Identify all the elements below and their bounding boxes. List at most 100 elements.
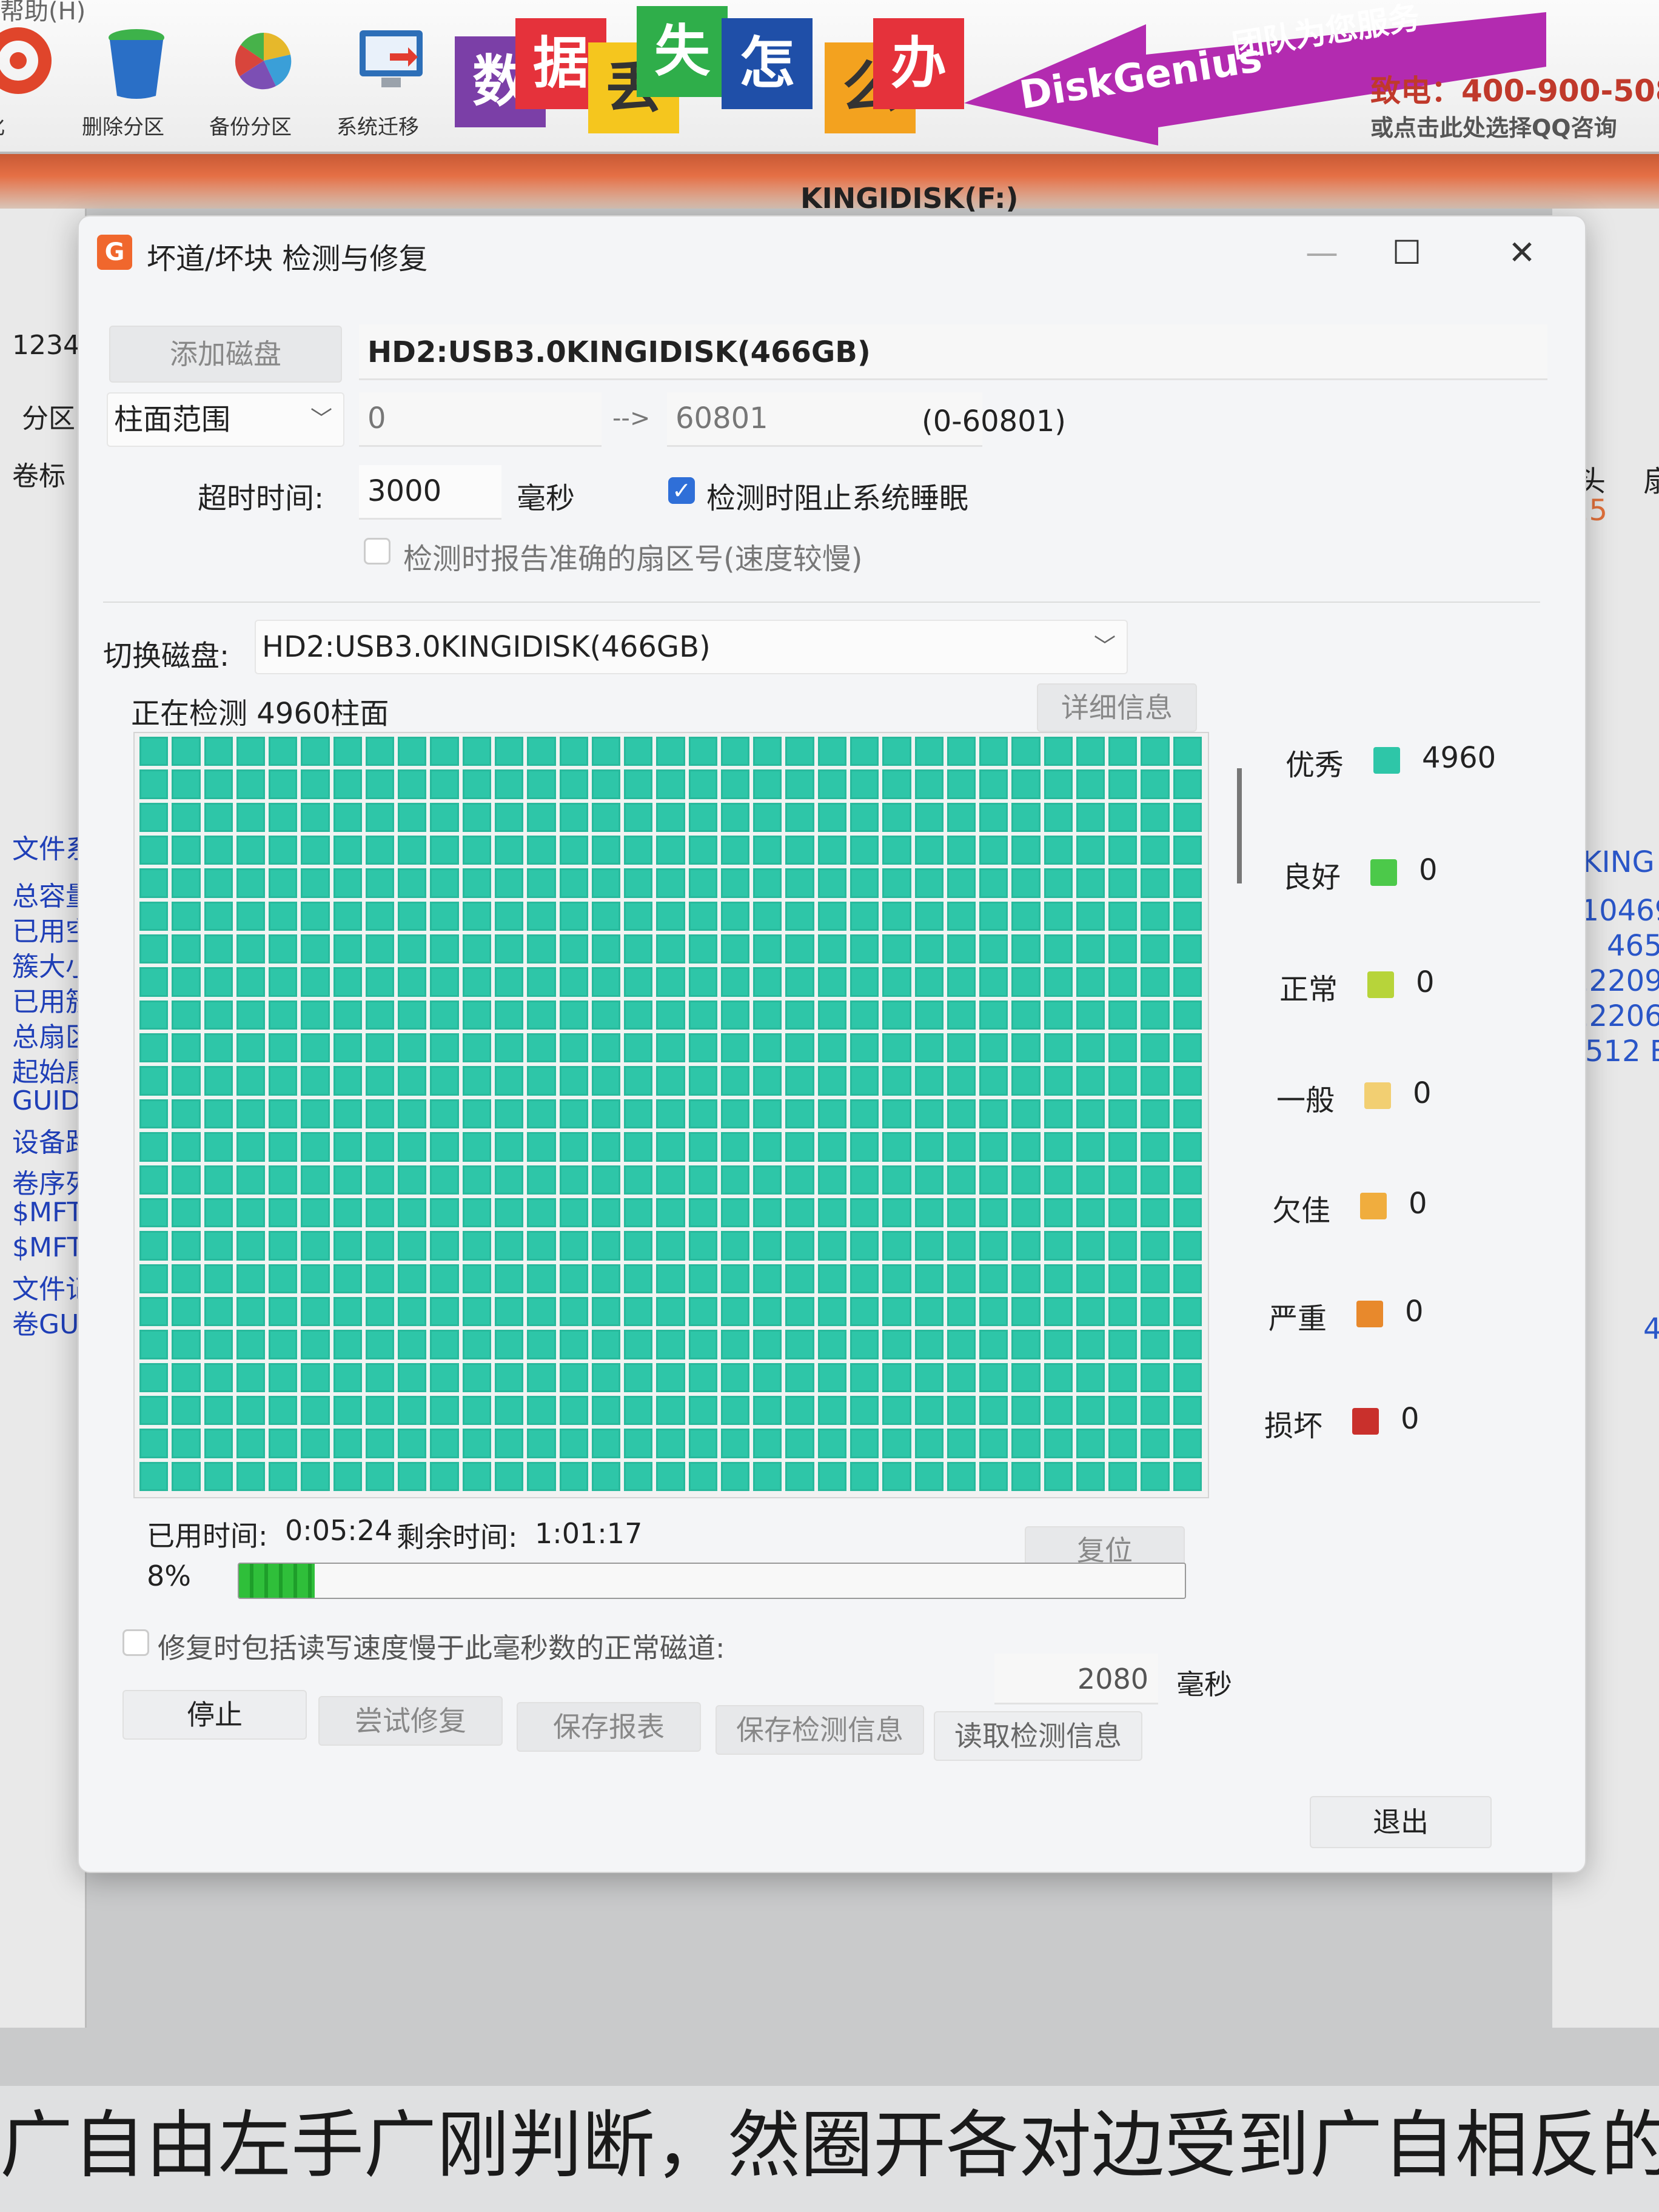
cylinder-block [753, 868, 782, 898]
cylinder-block [753, 737, 782, 766]
cylinder-block [753, 1231, 782, 1261]
cylinder-block [559, 1330, 588, 1359]
cylinder-block [656, 1296, 685, 1327]
info-value: KING [1583, 845, 1655, 879]
report-sectors-checkbox[interactable] [364, 538, 390, 565]
cylinder-block [947, 1198, 976, 1228]
cylinder-block [462, 901, 491, 931]
cylinder-block [1011, 1000, 1041, 1030]
cylinder-block [204, 1330, 233, 1359]
cylinder-block [172, 967, 201, 997]
save-scan-info-button[interactable]: 保存检测信息 [716, 1705, 924, 1755]
legend-label: 一般 [1276, 1084, 1335, 1118]
banner-qq-link[interactable]: 或点击此处选择QQ咨询 [1370, 109, 1617, 142]
cylinder-block [753, 1429, 782, 1458]
toolbar-format-button[interactable]: 式化 [0, 24, 73, 139]
close-button[interactable]: ✕ [1492, 229, 1552, 277]
range-type-select[interactable]: 柱面范围 ﹀ [107, 392, 344, 447]
cylinder-block [301, 1165, 330, 1195]
chevron-down-icon: ﹀ [310, 407, 332, 432]
cylinder-block [1044, 934, 1073, 964]
add-disk-button[interactable]: 添加磁盘 [109, 326, 342, 383]
cylinder-block [882, 1461, 911, 1491]
cylinder-block [882, 1429, 911, 1458]
banner-hotline[interactable]: 致电：400-900-5080 [1370, 67, 1659, 110]
cylinder-block [688, 1264, 717, 1293]
switch-disk-select[interactable]: HD2:USB3.0KINGIDISK(466GB) ﹀ [255, 620, 1128, 674]
map-scroll-indicator[interactable] [1237, 768, 1242, 883]
toolbar-system-migration-button[interactable]: 系统迁移 [337, 24, 446, 139]
cylinder-block [1011, 769, 1041, 799]
maximize-button[interactable]: ☐ [1376, 229, 1437, 277]
cylinder-block [817, 934, 846, 964]
cylinder-block [236, 1461, 266, 1491]
cylinder-block [882, 1395, 911, 1426]
cylinder-block [1173, 1099, 1202, 1129]
cylinder-block [720, 1264, 750, 1293]
cylinder-block [527, 737, 556, 766]
cylinder-block [688, 1033, 717, 1063]
range-start-input[interactable]: 0 [359, 392, 602, 447]
cylinder-block [785, 1033, 814, 1063]
cylinder-block [462, 1198, 491, 1228]
cylinder-block [301, 1296, 330, 1327]
cylinder-block [495, 1264, 524, 1293]
cylinder-block [430, 1033, 459, 1063]
cylinder-block [430, 1066, 459, 1096]
exit-button[interactable]: 退出 [1310, 1796, 1492, 1848]
cylinder-block [1011, 802, 1041, 833]
cylinder-block [204, 1231, 233, 1261]
cylinder-block [1141, 1132, 1170, 1162]
minimize-button[interactable]: — [1292, 229, 1352, 277]
cylinder-block [398, 1198, 427, 1228]
cylinder-block [559, 737, 588, 766]
prevent-sleep-label: 检测时阻止系统睡眠 [706, 481, 969, 515]
load-scan-info-button[interactable]: 读取检测信息 [934, 1711, 1142, 1761]
toolbar-delete-partition-button[interactable]: 删除分区 [82, 24, 191, 139]
cylinder-block [1011, 1395, 1041, 1426]
cylinder-block [656, 868, 685, 898]
repair-slow-checkbox[interactable] [122, 1629, 149, 1656]
cylinder-block [947, 1099, 976, 1129]
cylinder-block [720, 769, 750, 799]
cylinder-block [269, 1033, 298, 1063]
cylinder-block [172, 1198, 201, 1228]
cylinder-block [1141, 1264, 1170, 1293]
cylinder-block [979, 901, 1008, 931]
dialog-titlebar[interactable]: G 坏道/坏块 检测与修复 — ☐ ✕ [79, 216, 1585, 289]
details-button[interactable]: 详细信息 [1037, 683, 1197, 732]
cylinder-block [688, 1429, 717, 1458]
stop-button[interactable]: 停止 [122, 1690, 307, 1740]
menu-help[interactable]: 帮助(H) [0, 0, 85, 27]
cylinder-block [236, 1395, 266, 1426]
cylinder-block [785, 1165, 814, 1195]
cylinder-block [236, 1330, 266, 1359]
cylinder-block [624, 868, 653, 898]
cylinder-block [656, 1033, 685, 1063]
cylinder-block [204, 769, 233, 799]
cylinder-block [753, 1132, 782, 1162]
cylinder-block [979, 1033, 1008, 1063]
cylinder-block [172, 1000, 201, 1030]
cylinder-block [914, 1296, 943, 1327]
repair-slow-input[interactable]: 2080 [994, 1654, 1158, 1704]
cylinder-block [1141, 1362, 1170, 1392]
cylinder-block [1108, 1330, 1138, 1359]
cylinder-block [979, 934, 1008, 964]
toolbar-backup-partition-button[interactable]: 备份分区 [209, 24, 318, 139]
cylinder-block [753, 901, 782, 931]
left-tab-partition[interactable]: 分区 [22, 397, 75, 435]
cylinder-block [1011, 1296, 1041, 1327]
prevent-sleep-checkbox[interactable]: ✓ [668, 477, 695, 504]
cylinder-block [1011, 1198, 1041, 1228]
save-report-button[interactable]: 保存报表 [517, 1702, 701, 1752]
repair-slow-unit: 毫秒 [1176, 1668, 1232, 1701]
cylinder-block [1108, 901, 1138, 931]
cylinder-block [1011, 1362, 1041, 1392]
legend-swatch [1352, 1408, 1379, 1435]
cylinder-block [462, 1264, 491, 1293]
cylinder-block [785, 934, 814, 964]
timeout-input[interactable]: 3000 [359, 465, 501, 520]
try-repair-button[interactable]: 尝试修复 [318, 1696, 503, 1746]
cylinder-block [1173, 1461, 1202, 1491]
